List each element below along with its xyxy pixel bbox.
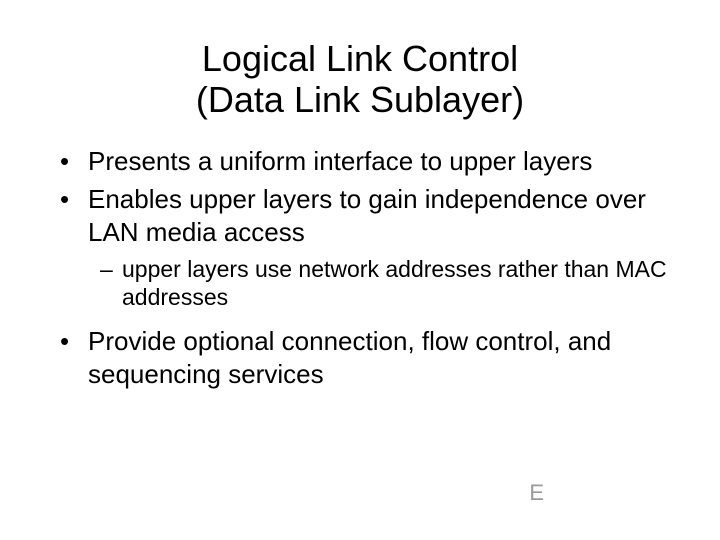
bullet-list: Presents a uniform interface to upper la…: [60, 145, 670, 391]
bullet-text: Provide optional connection, flow contro…: [88, 326, 611, 389]
bullet-text: Enables upper layers to gain independenc…: [88, 184, 646, 247]
footer-mark: E: [529, 480, 545, 506]
sub-bullet-list: upper layers use network addresses rathe…: [100, 256, 670, 311]
bullet-item: Enables upper layers to gain independenc…: [60, 183, 670, 311]
bullet-item: Provide optional connection, flow contro…: [60, 325, 670, 390]
bullet-item: Presents a uniform interface to upper la…: [60, 145, 670, 178]
title-line-2: (Data Link Sublayer): [196, 79, 524, 120]
slide: Logical Link Control (Data Link Sublayer…: [0, 0, 720, 540]
title-line-1: Logical Link Control: [202, 38, 518, 79]
bullet-text: Presents a uniform interface to upper la…: [88, 146, 592, 176]
sub-bullet-text: upper layers use network addresses rathe…: [122, 256, 667, 310]
sub-bullet-item: upper layers use network addresses rathe…: [100, 256, 670, 311]
slide-title: Logical Link Control (Data Link Sublayer…: [50, 38, 670, 121]
